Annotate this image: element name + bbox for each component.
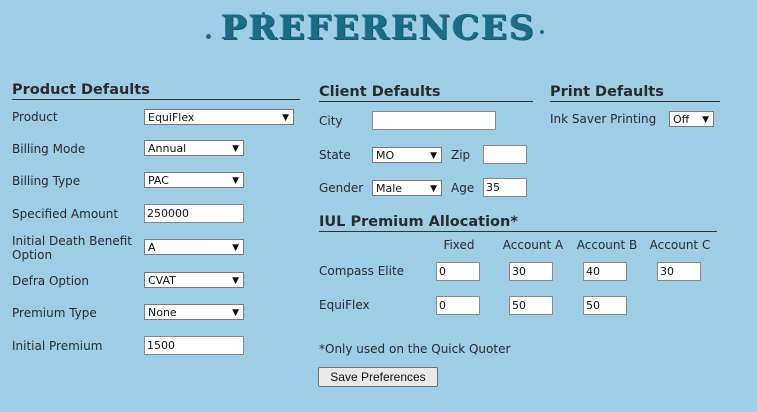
city-label: City bbox=[319, 114, 343, 128]
print-defaults-heading: Print Defaults bbox=[550, 84, 720, 102]
premium-type-select[interactable]: None ▼ bbox=[144, 304, 244, 320]
zip-label: Zip bbox=[451, 148, 471, 162]
compass-elite-account-b-input[interactable]: 40 bbox=[583, 262, 627, 281]
initial-death-benefit-label: Initial Death Benefit Option bbox=[12, 234, 132, 262]
allocation-row-label-compass-elite: Compass Elite bbox=[319, 264, 405, 278]
ink-saver-select-value: Off bbox=[673, 113, 690, 126]
dropdown-arrow-icon: ▼ bbox=[430, 184, 437, 194]
initial-death-benefit-select[interactable]: A ▼ bbox=[144, 239, 244, 255]
equiflex-account-a-input[interactable]: 50 bbox=[509, 296, 553, 315]
gender-label: Gender bbox=[319, 181, 364, 195]
product-defaults-heading: Product Defaults bbox=[12, 82, 300, 100]
dropdown-arrow-icon: ▼ bbox=[282, 113, 289, 123]
dropdown-arrow-icon: ▼ bbox=[232, 144, 239, 154]
age-input[interactable]: 35 bbox=[483, 178, 527, 197]
billing-mode-select-value: Annual bbox=[148, 142, 187, 155]
client-defaults-heading: Client Defaults bbox=[319, 84, 533, 102]
dropdown-arrow-icon: ▼ bbox=[232, 308, 239, 318]
billing-mode-label: Billing Mode bbox=[12, 142, 86, 156]
iul-allocation-heading: IUL Premium Allocation* bbox=[319, 214, 717, 232]
billing-type-select-value: PAC bbox=[148, 174, 169, 187]
title-splatter bbox=[262, 12, 265, 15]
defra-option-select-value: CVAT bbox=[148, 274, 176, 287]
billing-type-select[interactable]: PAC ▼ bbox=[144, 172, 244, 188]
dropdown-arrow-icon: ▼ bbox=[232, 243, 239, 253]
initial-premium-label: Initial Premium bbox=[12, 339, 103, 353]
page-title-banner: PREFERENCES bbox=[0, 4, 757, 52]
initial-death-benefit-select-value: A bbox=[148, 241, 156, 254]
column-header-account-a: Account A bbox=[502, 238, 564, 252]
zip-input[interactable] bbox=[483, 145, 527, 164]
dropdown-arrow-icon: ▼ bbox=[702, 115, 709, 125]
compass-elite-account-a-input[interactable]: 30 bbox=[509, 262, 553, 281]
state-label: State bbox=[319, 148, 351, 162]
allocation-footnote: *Only used on the Quick Quoter bbox=[319, 342, 511, 356]
title-splatter bbox=[206, 34, 211, 39]
city-input[interactable] bbox=[372, 111, 496, 130]
column-header-account-b: Account B bbox=[576, 238, 638, 252]
billing-type-label: Billing Type bbox=[12, 174, 81, 188]
state-select[interactable]: MO ▼ bbox=[372, 147, 442, 163]
gender-select-value: Male bbox=[376, 182, 403, 195]
defra-option-select[interactable]: CVAT ▼ bbox=[144, 272, 244, 288]
page-title: PREFERENCES bbox=[221, 8, 536, 48]
title-splatter bbox=[540, 30, 544, 34]
billing-mode-select[interactable]: Annual ▼ bbox=[144, 140, 244, 156]
specified-amount-input[interactable]: 250000 bbox=[144, 204, 244, 223]
compass-elite-account-c-input[interactable]: 30 bbox=[657, 262, 701, 281]
defra-option-label: Defra Option bbox=[12, 274, 89, 288]
state-select-value: MO bbox=[376, 149, 395, 162]
dropdown-arrow-icon: ▼ bbox=[430, 151, 437, 161]
initial-premium-input[interactable]: 1500 bbox=[144, 336, 244, 355]
column-header-fixed: Fixed bbox=[443, 238, 475, 252]
age-label: Age bbox=[451, 181, 475, 195]
ink-saver-label: Ink Saver Printing bbox=[550, 112, 657, 126]
dropdown-arrow-icon: ▼ bbox=[232, 276, 239, 286]
product-select-value: EquiFlex bbox=[148, 111, 195, 124]
save-preferences-button[interactable]: Save Preferences bbox=[318, 367, 438, 387]
ink-saver-select[interactable]: Off ▼ bbox=[669, 111, 714, 127]
specified-amount-label: Specified Amount bbox=[12, 207, 119, 221]
compass-elite-fixed-input[interactable]: 0 bbox=[436, 262, 480, 281]
product-label: Product bbox=[12, 110, 58, 124]
equiflex-fixed-input[interactable]: 0 bbox=[436, 296, 480, 315]
gender-select[interactable]: Male ▼ bbox=[372, 180, 442, 196]
dropdown-arrow-icon: ▼ bbox=[232, 176, 239, 186]
equiflex-account-b-input[interactable]: 50 bbox=[583, 296, 627, 315]
column-header-account-c: Account C bbox=[649, 238, 711, 252]
product-select[interactable]: EquiFlex ▼ bbox=[144, 109, 294, 125]
allocation-row-label-equiflex: EquiFlex bbox=[319, 298, 370, 312]
premium-type-select-value: None bbox=[148, 306, 177, 319]
premium-type-label: Premium Type bbox=[12, 306, 97, 320]
